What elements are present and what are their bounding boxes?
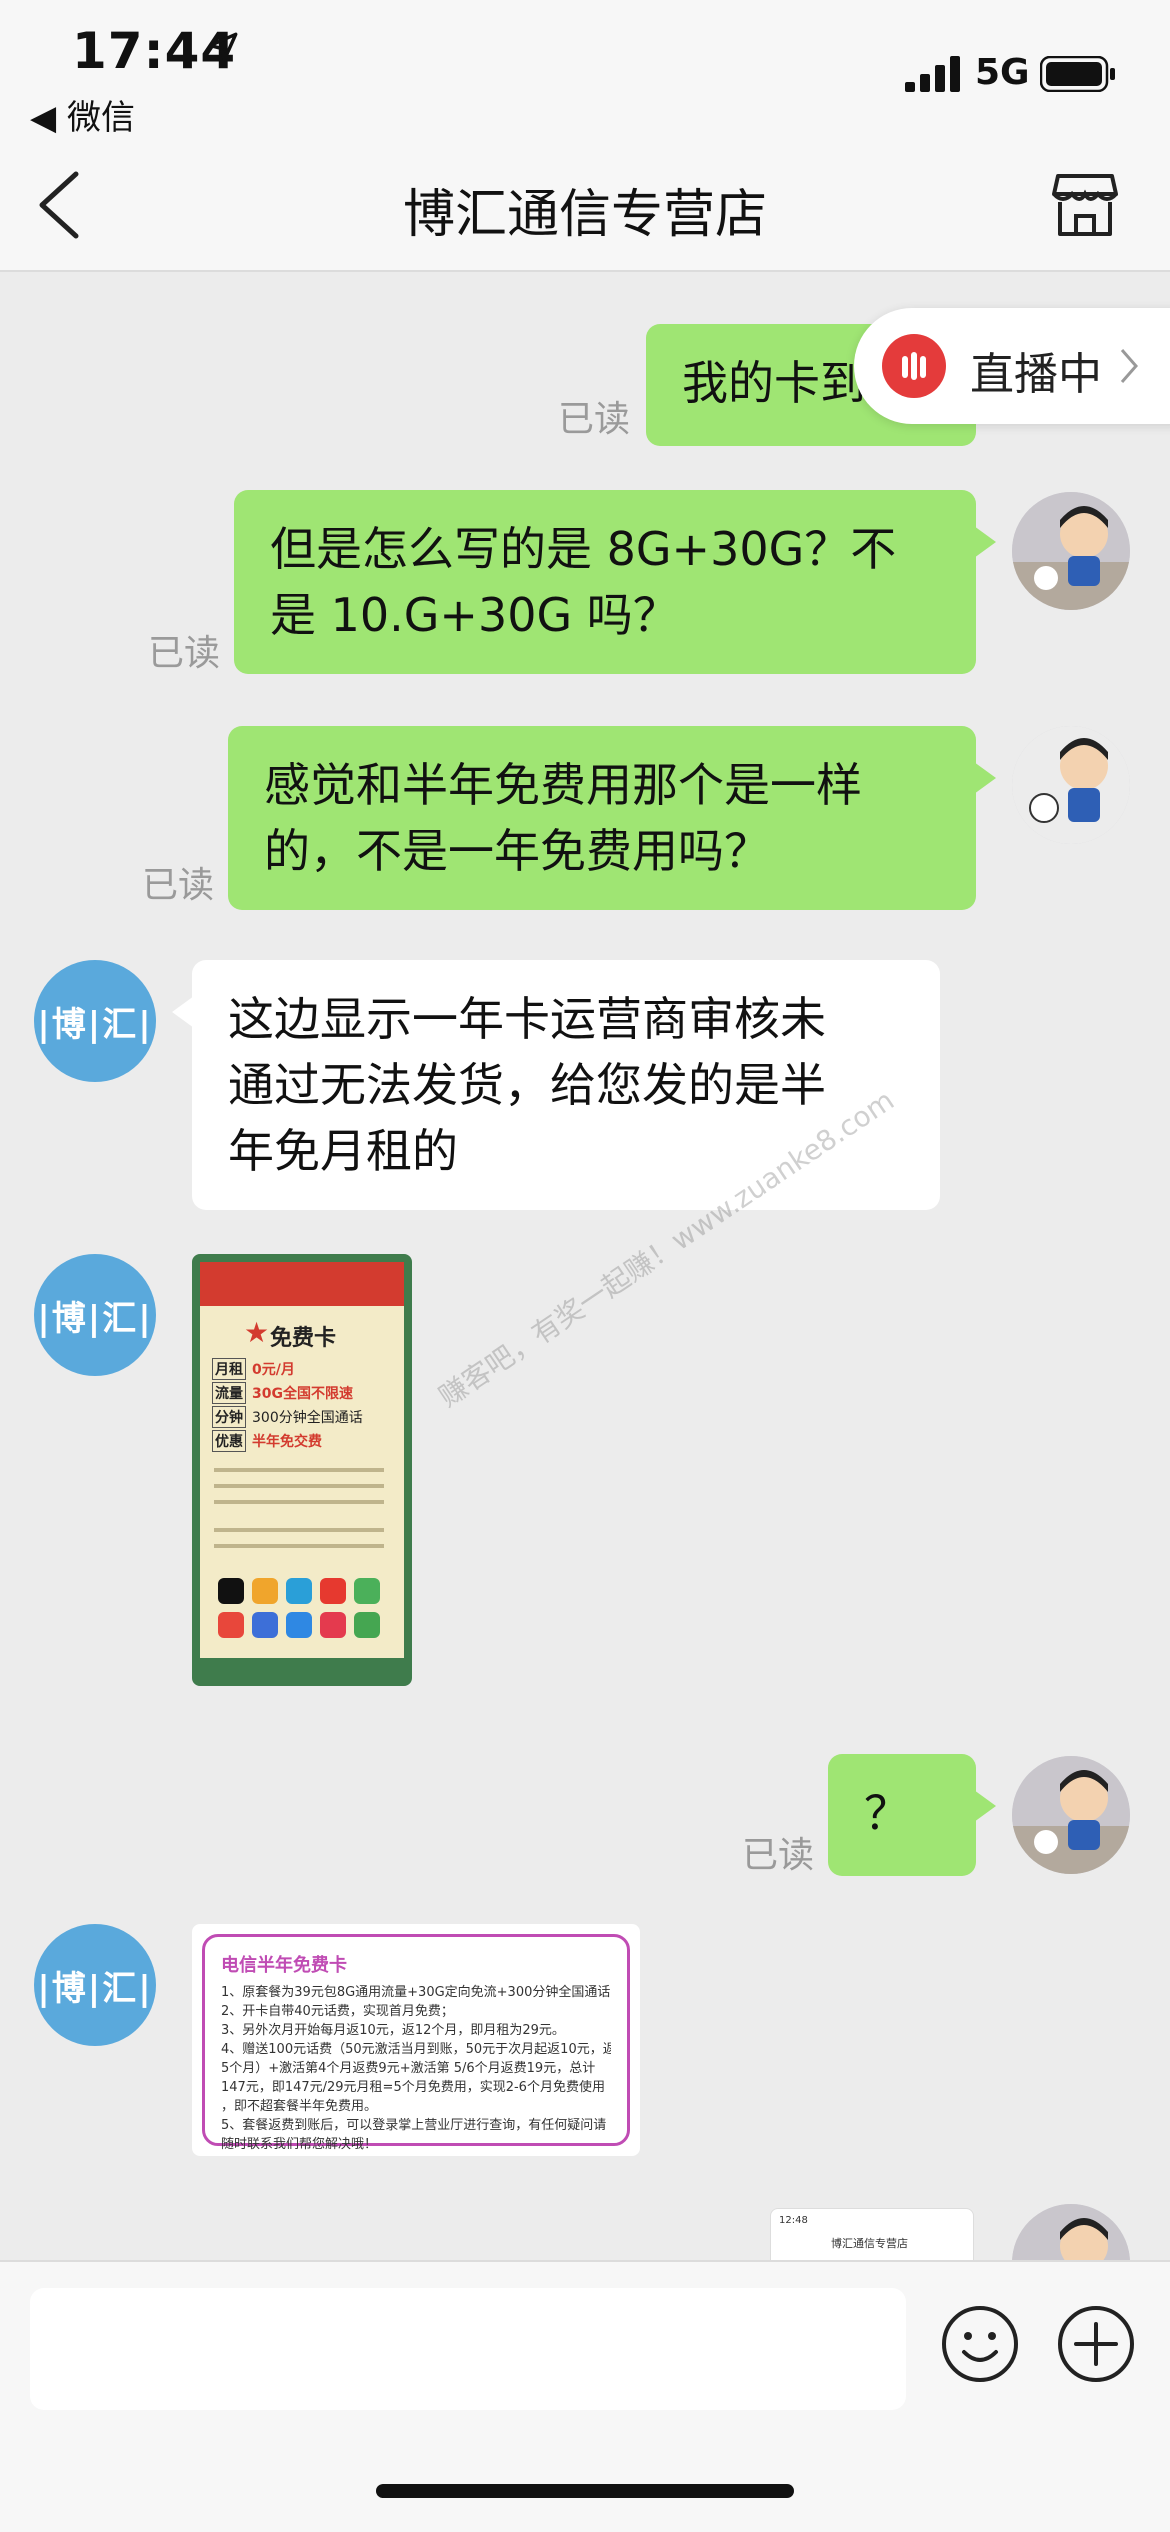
live-streaming-button[interactable]: 直播中 bbox=[854, 308, 1170, 424]
message-text: ？ bbox=[864, 1786, 910, 1840]
thumb-time: 12:48 bbox=[779, 2215, 808, 2226]
thumb-title: 博汇通信专营店 bbox=[831, 2237, 908, 2250]
poster-banner bbox=[200, 1262, 404, 1306]
read-status: 已读 bbox=[558, 399, 631, 440]
message-line: 感觉和半年免费用那个是一样 bbox=[264, 758, 862, 812]
top-bar: 17:44 ◀ 微信 5G 博汇通信专营店 bbox=[0, 0, 1170, 272]
shop-avatar[interactable]: |博|汇| bbox=[34, 960, 156, 1082]
app-icons-grid bbox=[214, 1576, 394, 1666]
note-title: 电信半年免费卡 bbox=[221, 1955, 347, 1976]
read-status: 已读 bbox=[142, 865, 215, 906]
message-line: 通过无法发货，给您发的是半 bbox=[228, 1058, 826, 1112]
poster-row: 分钟 300分钟全国通话 bbox=[212, 1406, 402, 1428]
message-line: 这边显示一年卡运营商审核未 bbox=[228, 992, 826, 1046]
message-bubble-sent[interactable]: 感觉和半年免费用那个是一样 的，不是一年免费用吗？ bbox=[228, 726, 996, 910]
user-avatar[interactable] bbox=[1012, 492, 1130, 610]
poster-row: 流量 30G全国不限速 bbox=[212, 1382, 402, 1404]
message-line: 但是怎么写的是 8G+30G？不 bbox=[270, 522, 897, 576]
message-bubble-received[interactable]: 这边显示一年卡运营商审核未 通过无法发货，给您发的是半 年免月租的 bbox=[172, 960, 940, 1210]
location-arrow-icon bbox=[208, 32, 238, 62]
note-line: 5个月）+激活第4个月返费9元+激活第 5/6个月返费19元，总计 bbox=[221, 2061, 596, 2076]
battery-icon bbox=[1040, 56, 1115, 92]
read-status: 已读 bbox=[742, 1835, 815, 1876]
live-label: 直播中 bbox=[970, 349, 1102, 400]
input-bar bbox=[0, 2260, 1170, 2532]
note-line: 2、开卡自带40元话费，实现首月免费； bbox=[221, 2004, 454, 2019]
message-line: 是 10.G+30G 吗？ bbox=[270, 588, 679, 642]
user-avatar[interactable] bbox=[1012, 2204, 1130, 2260]
note-line: 4、赠送100元话费（50元激活当月到账，50元于次月起返10元，返 bbox=[221, 2042, 611, 2057]
page-title: 博汇通信专营店 bbox=[402, 185, 767, 245]
emoji-icon[interactable] bbox=[940, 2304, 1020, 2384]
note-line: 5、套餐返费到账后，可以登录掌上营业厅进行查询，有任何疑问请 bbox=[221, 2118, 607, 2133]
note-line: 3、另外次月开始每月返10元，返12个月，即月租为29元。 bbox=[221, 2023, 565, 2038]
plus-icon[interactable] bbox=[1056, 2304, 1136, 2384]
home-indicator[interactable] bbox=[376, 2484, 794, 2498]
read-status: 已读 bbox=[148, 633, 221, 674]
note-line: ，即不超套餐半年免费用。 bbox=[221, 2099, 378, 2114]
shop-avatar[interactable]: |博|汇| bbox=[34, 1254, 156, 1376]
back-to-wechat-link[interactable]: ◀ 微信 bbox=[30, 90, 135, 139]
chevron-right-icon bbox=[1120, 349, 1138, 383]
star-icon: ★ bbox=[244, 1316, 270, 1349]
poster-row: 优惠 半年免交费 bbox=[212, 1430, 402, 1452]
message-text: 我的卡到 bbox=[682, 356, 866, 410]
user-avatar[interactable] bbox=[1012, 726, 1130, 844]
screenshot-image[interactable]: 12:48 博汇通信专营店 bbox=[770, 2208, 974, 2260]
message-bubble-sent[interactable]: 但是怎么写的是 8G+30G？不 是 10.G+30G 吗？ bbox=[234, 490, 996, 674]
poster-row: 月租 0元/月 bbox=[212, 1358, 402, 1380]
note-line: 1、原套餐为39元包8G通用流量+30G定向免流+300分钟全国通话； bbox=[221, 1985, 611, 2000]
note-line: 随时联系我们帮您解决哦！ bbox=[221, 2137, 378, 2152]
live-icon bbox=[882, 334, 946, 398]
user-avatar[interactable] bbox=[1012, 1756, 1130, 1874]
message-input[interactable] bbox=[30, 2288, 906, 2410]
sim-card-poster-image[interactable]: ★ 免费卡 月租 0元/月 流量 30G全国不限速 分钟 300分钟全国通话 优惠 半年… bbox=[192, 1254, 412, 1686]
note-line: 147元，即147元/29元月租=5个月免费用，实现2-6个月免费使用 bbox=[221, 2080, 605, 2095]
network-type: 5G bbox=[975, 52, 1030, 93]
shop-avatar[interactable]: |博|汇| bbox=[34, 1924, 156, 2046]
store-icon[interactable] bbox=[1050, 170, 1120, 240]
plan-details-image[interactable]: 电信半年免费卡 1、原套餐为39元包8G通用流量+30G定向免流+300分钟全国… bbox=[192, 1924, 640, 2156]
signal-icon bbox=[905, 56, 960, 92]
poster-title: 免费卡 bbox=[270, 1326, 337, 1351]
message-bubble-sent[interactable]: ？ bbox=[828, 1754, 996, 1876]
message-line: 的，不是一年免费用吗？ bbox=[264, 824, 770, 878]
chat-area[interactable]: 已读 我的卡到 直播中 已读 但是怎么写的是 8G+30G？不 是 10.G+3… bbox=[0, 272, 1170, 2260]
